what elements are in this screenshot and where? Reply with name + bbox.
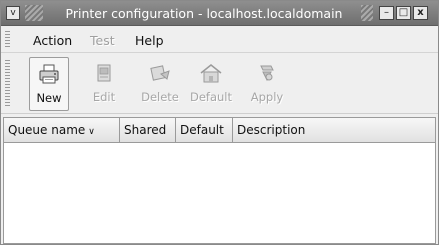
sort-chevron-icon: ∨ xyxy=(88,127,95,137)
close-button[interactable]: x xyxy=(413,6,428,20)
window-title: Printer configuration - localhost.locald… xyxy=(65,6,343,21)
new-button-label: New xyxy=(36,91,62,105)
maximize-icon: □ xyxy=(398,7,409,18)
column-queue-name[interactable]: Queue name ∨ xyxy=(4,118,120,142)
menu-bar: Action Test Help xyxy=(1,27,438,53)
menu-test[interactable]: Test xyxy=(90,33,115,48)
column-shared[interactable]: Shared xyxy=(120,118,176,142)
default-button-label: Default xyxy=(189,90,233,104)
delete-button-label: Delete xyxy=(141,90,179,104)
delete-button[interactable]: Delete xyxy=(137,57,183,111)
apply-button[interactable]: Apply xyxy=(247,57,287,111)
maximize-button[interactable]: □ xyxy=(396,6,411,20)
edit-icon xyxy=(97,64,111,82)
minimize-button[interactable]: – xyxy=(379,6,394,20)
toolbar-grip[interactable] xyxy=(5,60,10,108)
edit-button-label: Edit xyxy=(92,90,116,104)
toolbar: New Edit Delete Default Apply xyxy=(1,54,438,114)
printer-queue-table[interactable]: Queue name ∨ Shared Default Description xyxy=(3,117,436,244)
delete-icon xyxy=(150,65,170,81)
column-description[interactable]: Description xyxy=(233,118,435,142)
column-default[interactable]: Default xyxy=(176,118,233,142)
apply-button-label: Apply xyxy=(250,90,284,104)
printer-config-window: v Printer configuration - localhost.loca… xyxy=(0,0,439,245)
menubar-grip[interactable] xyxy=(5,31,10,49)
menu-help[interactable]: Help xyxy=(135,33,164,48)
table-header: Queue name ∨ Shared Default Description xyxy=(4,118,435,143)
minimize-icon: – xyxy=(384,7,389,18)
window-menu-icon: v xyxy=(10,8,16,18)
title-bar-grip-right xyxy=(361,5,373,21)
home-default-icon xyxy=(200,64,222,83)
edit-button[interactable]: Edit xyxy=(87,57,121,111)
menu-action[interactable]: Action xyxy=(33,33,72,48)
new-button[interactable]: New xyxy=(29,57,69,111)
column-queue-name-label: Queue name xyxy=(8,123,86,137)
window-menu-button[interactable]: v xyxy=(6,6,20,20)
close-icon: x xyxy=(417,7,424,18)
printer-new-icon xyxy=(39,64,59,84)
default-button[interactable]: Default xyxy=(185,57,237,111)
title-bar-grip xyxy=(25,5,43,21)
title-bar[interactable]: v Printer configuration - localhost.loca… xyxy=(1,1,438,26)
apply-icon xyxy=(260,65,274,82)
